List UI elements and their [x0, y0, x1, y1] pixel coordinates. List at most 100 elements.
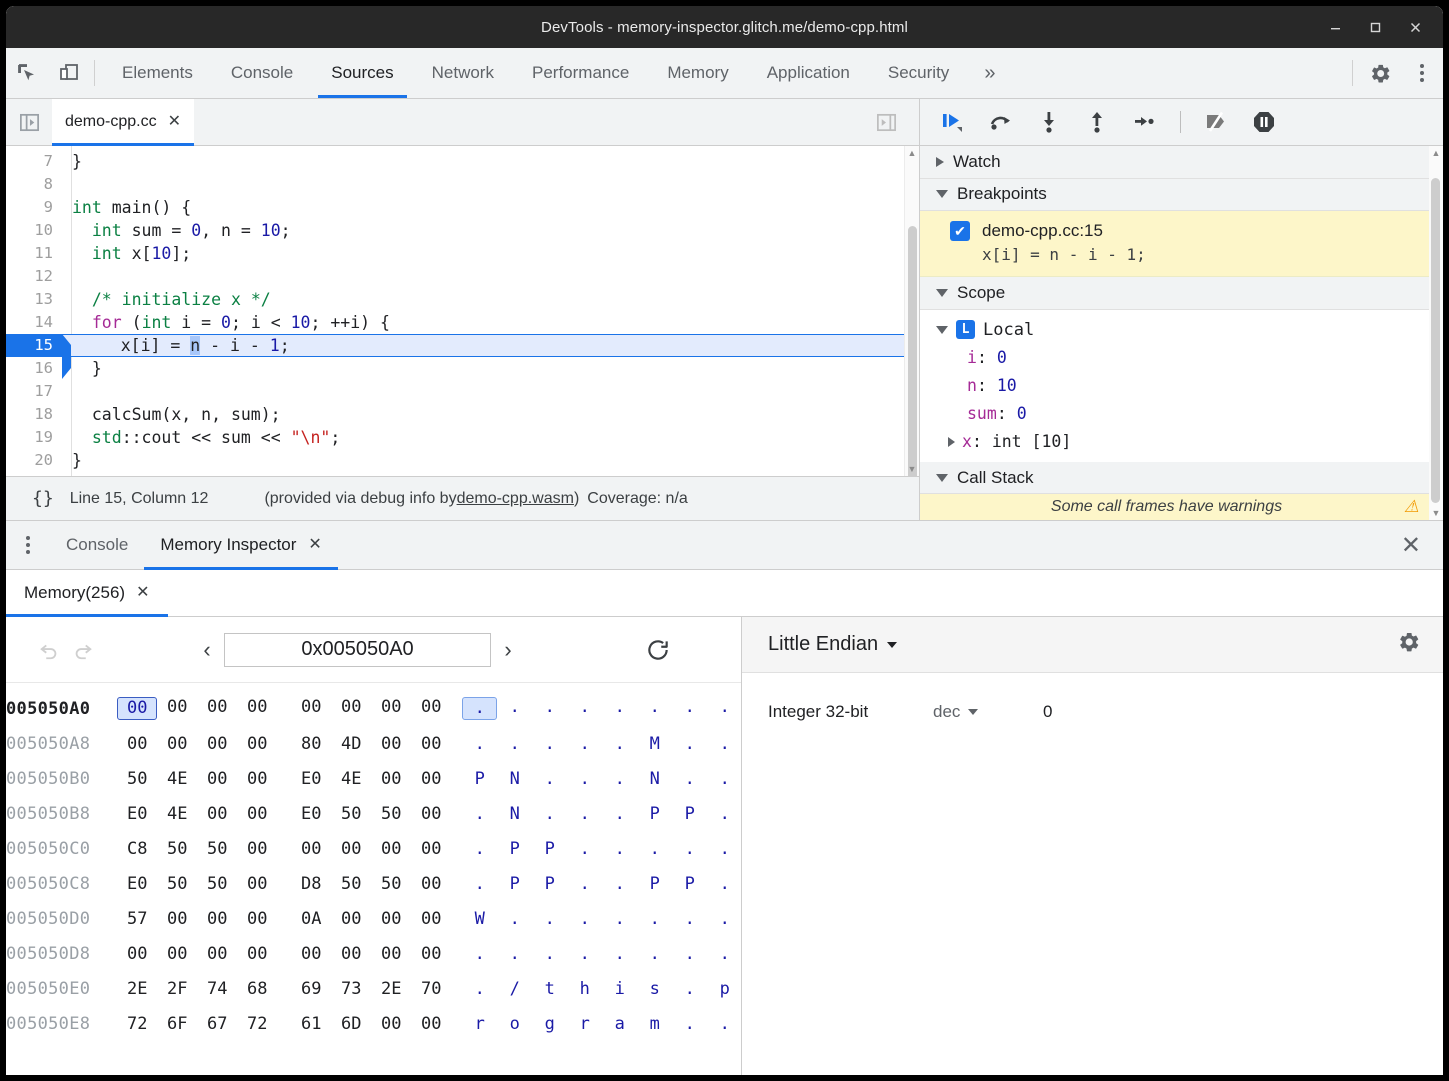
hex-row[interactable]: 005050E8726F6772616D0000rogram.. — [6, 1006, 741, 1041]
ascii-char[interactable]: . — [497, 697, 532, 720]
hex-byte[interactable]: 00 — [197, 804, 237, 824]
hex-byte[interactable]: 6F — [157, 1014, 197, 1034]
hex-byte[interactable]: 57 — [117, 909, 157, 929]
drawer-tab-memory-inspector[interactable]: Memory Inspector ✕ — [144, 521, 337, 569]
hex-byte[interactable]: 70 — [411, 979, 451, 999]
ascii-char[interactable]: . — [707, 697, 741, 720]
ascii-char[interactable]: P — [497, 874, 532, 894]
hex-byte[interactable]: 4E — [157, 804, 197, 824]
close-icon[interactable]: ✕ — [136, 585, 149, 601]
hex-byte[interactable]: 00 — [411, 804, 451, 824]
scroll-up-icon[interactable]: ▲ — [905, 146, 919, 160]
ascii-char[interactable]: . — [602, 697, 637, 720]
hex-byte[interactable]: 00 — [371, 839, 411, 859]
more-tools-icon[interactable] — [6, 521, 50, 569]
ascii-char[interactable]: . — [707, 734, 741, 754]
hex-byte[interactable]: 61 — [291, 1014, 331, 1034]
hex-byte[interactable]: 50 — [331, 804, 371, 824]
hex-byte[interactable]: 0A — [291, 909, 331, 929]
ascii-char[interactable]: . — [462, 839, 497, 859]
hex-byte[interactable]: 00 — [411, 944, 451, 964]
hex-row[interactable]: 005050D80000000000000000........ — [6, 936, 741, 971]
ascii-char[interactable]: . — [602, 839, 637, 859]
ascii-char[interactable]: . — [602, 909, 637, 929]
next-page-button[interactable]: › — [491, 637, 525, 663]
ascii-char[interactable]: N — [637, 769, 672, 789]
scrollbar-thumb[interactable] — [908, 226, 917, 476]
code-line[interactable]: 11 int x[10]; — [6, 242, 919, 265]
ascii-char[interactable]: a — [602, 1014, 637, 1034]
tab-security[interactable]: Security — [869, 48, 968, 98]
ascii-char[interactable]: . — [532, 909, 567, 929]
ascii-char[interactable]: . — [497, 909, 532, 929]
scope-variable-sum[interactable]: sum: 0 — [920, 400, 1443, 428]
ascii-char[interactable]: p — [707, 979, 741, 999]
wasm-source-link[interactable]: demo-cpp.wasm — [457, 490, 574, 508]
hex-row[interactable]: 005050D0570000000A000000W....... — [6, 901, 741, 936]
ascii-char[interactable]: . — [462, 979, 497, 999]
hex-byte[interactable]: 67 — [197, 1014, 237, 1034]
section-scope[interactable]: Scope — [920, 277, 1443, 310]
hex-byte[interactable]: E0 — [117, 804, 157, 824]
ascii-char[interactable]: W — [462, 909, 497, 929]
close-drawer-icon[interactable]: ✕ — [1379, 521, 1443, 569]
hex-byte[interactable]: 00 — [157, 944, 197, 964]
hex-byte[interactable]: 00 — [411, 697, 451, 720]
ascii-char[interactable]: . — [707, 944, 741, 964]
ascii-char[interactable]: . — [637, 839, 672, 859]
tab-memory[interactable]: Memory — [648, 48, 747, 98]
hex-grid[interactable]: 005050A0 00 00 00 00 00 00 00 00 — [6, 683, 741, 1075]
hex-byte[interactable]: 4E — [331, 769, 371, 789]
ascii-char[interactable]: . — [637, 909, 672, 929]
hex-row[interactable]: 005050B0504E0000E04E0000PN...N.. — [6, 761, 741, 796]
hex-row[interactable]: 005050B8E04E0000E0505000.N...PP. — [6, 796, 741, 831]
hex-byte[interactable]: 2F — [157, 979, 197, 999]
tab-network[interactable]: Network — [413, 48, 513, 98]
hex-byte[interactable]: 00 — [237, 697, 277, 720]
code-line[interactable]: 17 — [6, 380, 919, 403]
ascii-char[interactable]: . — [462, 804, 497, 824]
ascii-char[interactable]: s — [637, 979, 672, 999]
code-line[interactable]: 8 — [6, 173, 919, 196]
hex-byte[interactable]: 00 — [197, 734, 237, 754]
ascii-char[interactable]: . — [672, 697, 707, 720]
code-line[interactable]: 16 } — [6, 357, 919, 380]
section-call-stack[interactable]: Call Stack — [920, 462, 1443, 495]
ascii-char[interactable]: . — [672, 839, 707, 859]
hex-byte[interactable]: 00 — [237, 734, 277, 754]
hex-byte[interactable]: 4D — [331, 734, 371, 754]
hex-byte[interactable]: 00 — [411, 769, 451, 789]
code-line-current[interactable]: 15 x[i] = n - i - 1; — [6, 334, 919, 357]
hex-byte[interactable]: 50 — [157, 839, 197, 859]
code-line[interactable]: 18 calcSum(x, n, sum); — [6, 403, 919, 426]
hex-byte[interactable]: 00 — [117, 734, 157, 754]
ascii-char[interactable]: P — [672, 804, 707, 824]
ascii-char[interactable]: . — [532, 697, 567, 720]
hex-row[interactable]: 005050C8E0505000D8505000.PP..PP. — [6, 866, 741, 901]
breakpoint-checkbox[interactable]: ✔ — [950, 221, 970, 241]
hex-byte[interactable]: 00 — [371, 734, 411, 754]
memory-tab-256[interactable]: Memory(256) ✕ — [6, 570, 168, 616]
file-tab-demo-cpp-cc[interactable]: demo-cpp.cc ✕ — [52, 99, 194, 145]
ascii-char[interactable]: . — [602, 874, 637, 894]
scroll-up-icon[interactable]: ▲ — [1429, 146, 1443, 160]
ascii-char[interactable]: . — [672, 979, 707, 999]
hex-byte[interactable]: 00 — [237, 874, 277, 894]
ascii-char[interactable]: . — [567, 769, 602, 789]
drawer-tab-console[interactable]: Console — [50, 521, 144, 569]
hex-byte[interactable]: 00 — [371, 944, 411, 964]
tab-application[interactable]: Application — [748, 48, 869, 98]
ascii-char[interactable]: . — [532, 944, 567, 964]
hex-row[interactable]: 005050A800000000804D0000.....M.. — [6, 726, 741, 761]
ascii-char[interactable]: P — [672, 874, 707, 894]
hex-byte[interactable]: C8 — [117, 839, 157, 859]
hex-byte[interactable]: 68 — [237, 979, 277, 999]
ascii-char[interactable]: . — [567, 874, 602, 894]
hex-byte[interactable]: 00 — [371, 697, 411, 720]
ascii-char[interactable]: . — [707, 874, 741, 894]
scope-variable-n[interactable]: n: 10 — [920, 372, 1443, 400]
ascii-char[interactable]: i — [602, 979, 637, 999]
gear-icon[interactable] — [1359, 48, 1401, 98]
hex-byte[interactable]: 00 — [237, 769, 277, 789]
ascii-char[interactable]: . — [567, 909, 602, 929]
